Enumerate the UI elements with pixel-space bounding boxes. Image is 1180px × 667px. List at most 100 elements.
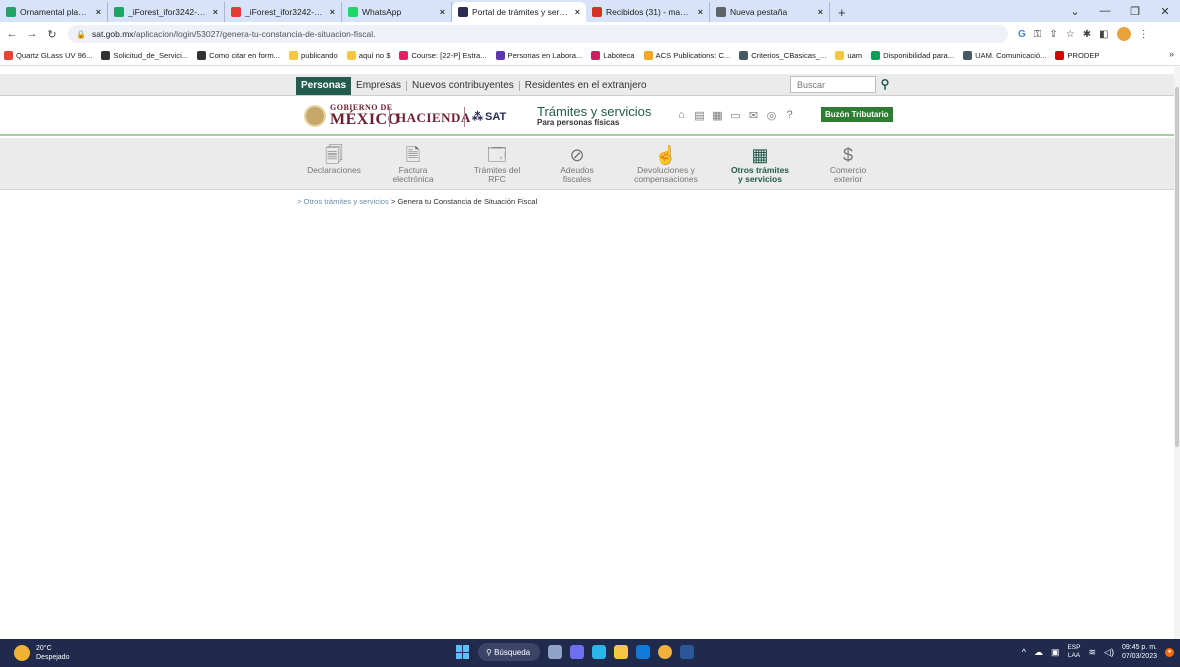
tab-favicon-icon xyxy=(458,7,468,17)
bookmark-item[interactable]: uam xyxy=(835,51,862,60)
site-search-input[interactable] xyxy=(790,76,876,93)
bookmark-item[interactable]: Course: [22-P] Estra... xyxy=(399,51,487,60)
tab-close-icon[interactable]: × xyxy=(440,7,445,17)
menu-icon[interactable]: ⋮ xyxy=(1139,29,1149,40)
browser-tab[interactable]: Nueva pestaña × xyxy=(710,2,830,22)
browser-tab[interactable]: WhatsApp × xyxy=(342,2,452,22)
bookmark-item[interactable]: Criterios_CBasicas_... xyxy=(739,51,826,60)
browser-tab[interactable]: Recibidos (31) - maesca@azcap × xyxy=(586,2,710,22)
browser-tab[interactable]: _iForest_ifor3242-013_Capuano × xyxy=(108,2,225,22)
tab-close-icon[interactable]: × xyxy=(818,7,823,17)
bookmark-label: Solicitud_de_Servici... xyxy=(113,51,189,60)
home-icon[interactable]: ⌂ xyxy=(676,109,687,122)
chevron-up-icon[interactable]: ^ xyxy=(1022,647,1026,657)
lock-icon[interactable]: 🔒 xyxy=(76,30,86,39)
bookmark-item[interactable]: aquí no $ xyxy=(346,51,390,60)
word-icon[interactable] xyxy=(680,645,694,659)
extensions-icon[interactable]: ✱ xyxy=(1083,29,1091,40)
language-indicator[interactable]: ESP LAA xyxy=(1067,644,1080,660)
file-explorer-icon[interactable] xyxy=(614,645,628,659)
compass-icon[interactable]: ◎ xyxy=(766,109,777,122)
tab-close-icon[interactable]: × xyxy=(330,7,335,17)
lang-secondary: LAA xyxy=(1067,652,1081,659)
calendar-icon[interactable]: ▦ xyxy=(712,109,723,122)
chrome-icon[interactable] xyxy=(658,645,672,659)
forward-icon[interactable]: → xyxy=(24,28,40,40)
book-icon[interactable]: ▭ xyxy=(730,109,741,122)
clock[interactable]: 09:45 p. m. 07/03/2023 xyxy=(1122,643,1157,661)
nav-empresas[interactable]: Empresas xyxy=(351,77,406,95)
google-icon[interactable]: G xyxy=(1018,29,1026,40)
mail-app-icon[interactable] xyxy=(636,645,650,659)
task-view-icon[interactable] xyxy=(548,645,562,659)
bookmark-item[interactable]: Solicitud_de_Servici... xyxy=(101,51,188,60)
bookmark-item[interactable]: Personas en Labora... xyxy=(495,51,582,60)
key-icon[interactable]: ⚿ xyxy=(1034,29,1042,40)
edge-icon[interactable] xyxy=(592,645,606,659)
page-scrollbar[interactable] xyxy=(1174,67,1180,639)
category-adeudos[interactable]: ⊘ Adeudos fiscales xyxy=(532,144,622,184)
app-tray-icon[interactable]: ▣ xyxy=(1051,647,1060,658)
header-icon-group: ⌂ ▤ ▦ ▭ ✉ ◎ ? xyxy=(676,109,795,122)
notification-icon[interactable]: ● xyxy=(1165,647,1174,657)
profile-avatar[interactable] xyxy=(1116,27,1131,41)
url-input[interactable]: 🔒 sat.gob.mx/aplicacion/login/53027/gene… xyxy=(68,25,1008,43)
back-icon[interactable]: ← xyxy=(4,28,20,40)
scrollbar-thumb[interactable] xyxy=(1175,87,1179,447)
browser-tab[interactable]: Portal de trámites y servicios - S × xyxy=(452,2,586,22)
tab-close-icon[interactable]: × xyxy=(213,7,218,17)
nav-personas[interactable]: Personas xyxy=(296,77,352,95)
sat-logo[interactable]: ⁂ SAT xyxy=(472,110,506,124)
taskbar-search[interactable]: ⚲ Búsqueda xyxy=(478,643,540,661)
nav-nuevos-contribuyentes[interactable]: Nuevos contribuyentes xyxy=(407,77,519,95)
minimize-button[interactable]: — xyxy=(1090,5,1120,17)
nav-residentes-extranjero[interactable]: Residentes en el extranjero xyxy=(520,77,652,95)
bookmark-item[interactable]: ACS Publications: C... xyxy=(643,51,730,60)
bookmark-label: publicando xyxy=(301,51,338,60)
bookmark-item[interactable]: Laboteca xyxy=(591,51,635,60)
buzon-tributario-button[interactable]: Buzón Tributario xyxy=(821,107,893,122)
reload-icon[interactable]: ↻ xyxy=(44,28,60,41)
category-otros-tramites[interactable]: ▦ Otros trámites y servicios xyxy=(715,144,805,184)
tab-close-icon[interactable]: × xyxy=(96,7,101,17)
tramites-title-block: Trámites y servicios Para personas físic… xyxy=(537,105,651,127)
new-tab-button[interactable]: + xyxy=(830,2,854,22)
bookmark-label: PRODEP xyxy=(1067,51,1100,60)
category-rfc[interactable]: 🗔 Trámites del RFC xyxy=(452,144,542,184)
hacienda-logo[interactable]: HACIENDA xyxy=(396,110,471,126)
cloud-icon[interactable]: ☁ xyxy=(1034,647,1043,658)
help-icon[interactable]: ? xyxy=(784,109,795,122)
tab-favicon-icon xyxy=(592,7,602,17)
category-label-line2: y servicios xyxy=(738,174,782,184)
tab-close-icon[interactable]: × xyxy=(575,7,580,17)
wifi-icon[interactable]: ≋ xyxy=(1088,647,1096,658)
breadcrumb-item-otros-tramites[interactable]: > Otros trámites y servicios xyxy=(297,197,389,206)
mail-icon[interactable]: ✉ xyxy=(748,109,759,122)
tab-search-icon[interactable]: ⌄ xyxy=(1060,5,1090,18)
browser-tab[interactable]: Ornamental plants - Google Dri × xyxy=(0,2,108,22)
volume-icon[interactable]: ◁) xyxy=(1104,647,1114,658)
tab-close-icon[interactable]: × xyxy=(698,7,703,17)
bookmark-item[interactable]: Disponibilidad para... xyxy=(871,51,954,60)
teams-icon[interactable] xyxy=(570,645,584,659)
restore-button[interactable]: ❐ xyxy=(1120,5,1150,18)
search-icon[interactable]: ⚲ xyxy=(877,76,893,93)
weather-widget[interactable]: 20°C Despejado xyxy=(14,644,69,662)
bookmarks-more-icon[interactable]: » xyxy=(1169,49,1174,59)
share-icon[interactable]: ⇪ xyxy=(1049,29,1057,40)
star-icon[interactable]: ☆ xyxy=(1066,29,1075,40)
windows-start-icon[interactable] xyxy=(456,645,470,659)
bookmark-item[interactable]: Quartz GLass UV 96... xyxy=(4,51,92,60)
bookmark-item[interactable]: PRODEP xyxy=(1055,51,1099,60)
category-devoluciones[interactable]: ☝ Devoluciones y compensaciones xyxy=(621,144,711,184)
category-factura[interactable]: 🗎 Factura electrónica xyxy=(368,144,458,184)
sidepanel-icon[interactable]: ◧ xyxy=(1099,29,1108,40)
document-icon[interactable]: ▤ xyxy=(694,109,705,122)
category-comercio[interactable]: $ Comercio exterior xyxy=(803,144,893,184)
browser-tab[interactable]: _iForest_ifor3242-013_Capuano × xyxy=(225,2,342,22)
bookmark-item[interactable]: publicando xyxy=(289,51,338,60)
category-declaraciones[interactable]: 🗐 Declaraciones xyxy=(289,144,379,175)
bookmark-item[interactable]: Como citar en form... xyxy=(197,51,280,60)
bookmark-item[interactable]: UAM. Comunicació... xyxy=(963,51,1046,60)
close-window-button[interactable]: ✕ xyxy=(1150,5,1180,18)
